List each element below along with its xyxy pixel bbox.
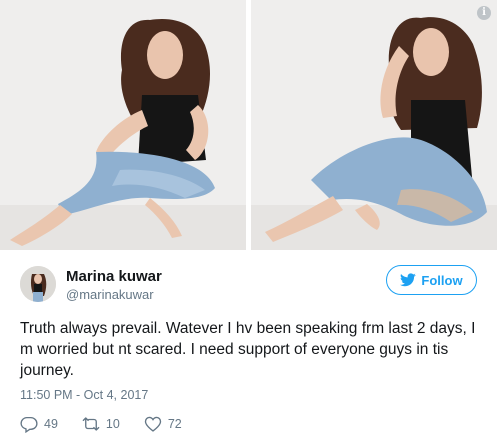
heart-icon [144,416,161,432]
tweet-actions: 49 10 72 [20,413,206,435]
follow-button-label: Follow [421,272,463,288]
retweet-count: 10 [105,417,120,431]
retweet-icon [82,417,100,431]
tweet-timestamp[interactable]: 11:50 PM - Oct 4, 2017 [20,388,148,402]
reply-count: 49 [44,417,58,431]
like-button[interactable]: 72 [144,415,182,433]
reply-button[interactable]: 49 [20,415,58,433]
tweet-photo-right[interactable] [251,0,497,250]
like-count: 72 [167,417,182,431]
info-icon[interactable]: i [477,6,491,20]
avatar[interactable] [20,266,56,302]
twitter-bird-icon [400,273,417,287]
photo-woman-seated-right [251,0,497,250]
retweet-button[interactable]: 10 [82,415,120,433]
follow-button[interactable]: Follow [386,265,477,295]
display-name[interactable]: Marina kuwar [66,268,162,285]
photo-woman-seated-left [0,0,246,250]
reply-icon [20,416,38,433]
tweet-photo-left[interactable] [0,0,246,250]
tweet-text: Truth always prevail. Watever I hv been … [20,320,476,379]
avatar-image [20,266,56,302]
user-handle[interactable]: @marinakuwar [66,287,154,302]
tweet-media: i [0,0,497,250]
